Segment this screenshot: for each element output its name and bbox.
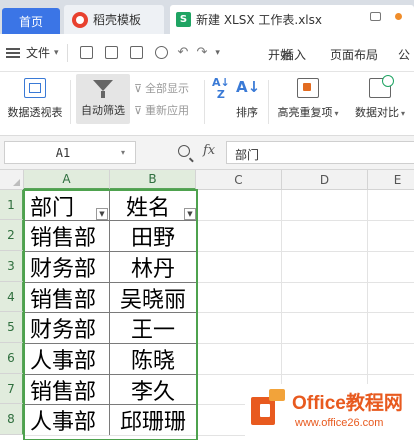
- row-header-3[interactable]: 3: [0, 251, 24, 282]
- show-all-icon: ⊽: [134, 81, 143, 95]
- chevron-down-icon[interactable]: ▾: [54, 48, 59, 58]
- window-tab-bar: 首页 稻壳模板 S 新建 XLSX 工作表.xlsx: [0, 0, 414, 34]
- tab-current-file[interactable]: S 新建 XLSX 工作表.xlsx: [170, 5, 414, 34]
- name-box-value: A1: [55, 145, 71, 160]
- cell-b8[interactable]: 邱珊珊: [110, 405, 196, 435]
- menu-bar: 文件 ▾ ↶ ↷ ▾ 开始 插入 页面布局 公: [0, 34, 414, 72]
- cell-a8[interactable]: 人事部: [26, 405, 108, 435]
- pivot-table-icon: [24, 78, 46, 98]
- watermark: Office教程网 www.office26.com: [245, 384, 414, 440]
- row-header-5[interactable]: 5: [0, 312, 24, 343]
- cell-a3[interactable]: 财务部: [26, 252, 108, 282]
- cell-a4[interactable]: 销售部: [26, 283, 108, 313]
- zoom-icon[interactable]: [178, 145, 190, 157]
- tab-template[interactable]: 稻壳模板: [64, 5, 164, 34]
- cell-b4[interactable]: 吴晓丽: [110, 283, 196, 313]
- watermark-url: www.office26.com: [295, 417, 384, 429]
- tab-file-label: 新建 XLSX 工作表.xlsx: [196, 13, 322, 27]
- sort-ascending-icon[interactable]: A↓ Z: [212, 77, 230, 100]
- caret-down-icon: ▾: [400, 109, 405, 118]
- quick-access-dropdown-icon[interactable]: ▾: [215, 48, 220, 58]
- cell-b3[interactable]: 林丹: [110, 252, 196, 282]
- menu-tab-formulas[interactable]: 公: [398, 46, 410, 63]
- fx-icon[interactable]: fx: [203, 143, 215, 158]
- column-header-a[interactable]: A: [24, 170, 110, 190]
- column-header-b[interactable]: B: [110, 170, 196, 190]
- cell-b5[interactable]: 王一: [110, 313, 196, 343]
- cell-b6[interactable]: 陈晓: [110, 344, 196, 374]
- cell-b2[interactable]: 田野: [110, 221, 196, 251]
- tab-home[interactable]: 首页: [2, 8, 60, 34]
- data-compare-label: 数据对比: [354, 106, 399, 119]
- watermark-title: Office教程网: [292, 393, 403, 414]
- sort-button[interactable]: A↓ 排序: [232, 78, 262, 120]
- cell-b1[interactable]: 姓名: [112, 191, 184, 221]
- filter-dropdown-icon[interactable]: ▼: [96, 208, 108, 220]
- ribbon-data-tab: 数据透视表 自动筛选 ⊽ 全部显示 ⊽ 重新应用 A↓ Z A↓ 排序 高亮重复项…: [0, 72, 414, 136]
- row-header-7[interactable]: 7: [0, 374, 24, 404]
- menu-file[interactable]: 文件: [26, 44, 50, 61]
- cell-a2[interactable]: 销售部: [26, 221, 108, 251]
- caret-down-icon: ▾: [334, 109, 339, 118]
- row-header-8[interactable]: 8: [0, 404, 24, 435]
- cell-a6[interactable]: 人事部: [26, 344, 108, 374]
- save-icon[interactable]: [79, 46, 93, 59]
- highlight-duplicates-button[interactable]: 高亮重复项 ▾: [272, 78, 344, 120]
- sort-label: 排序: [236, 106, 258, 119]
- sort-icon: A↓: [236, 78, 261, 96]
- hamburger-menu-icon[interactable]: [6, 47, 20, 58]
- name-box[interactable]: A1 ▾: [4, 141, 136, 164]
- autofilter-label: 自动筛选: [81, 104, 125, 117]
- column-header-d[interactable]: D: [282, 170, 368, 190]
- cell-a7[interactable]: 销售部: [26, 375, 108, 405]
- formula-bar: A1 ▾ fx 部门: [0, 136, 414, 170]
- pivot-table-label: 数据透视表: [7, 106, 63, 119]
- spreadsheet-icon: S: [176, 12, 191, 27]
- cell-a1[interactable]: 部门: [26, 191, 96, 221]
- reapply-button[interactable]: ⊽ 重新应用: [134, 102, 189, 118]
- row-header-6[interactable]: 6: [0, 343, 24, 374]
- pivot-table-button[interactable]: 数据透视表: [6, 78, 64, 120]
- chevron-down-icon[interactable]: ▾: [121, 148, 135, 157]
- row-header-4[interactable]: 4: [0, 282, 24, 312]
- reapply-icon: ⊽: [134, 103, 143, 117]
- daoke-logo-icon: [72, 11, 88, 28]
- column-header-e[interactable]: E: [368, 170, 414, 190]
- print-icon[interactable]: [129, 46, 143, 59]
- highlight-duplicates-icon: [297, 78, 319, 98]
- show-all-label: 全部显示: [145, 82, 190, 95]
- reapply-label: 重新应用: [145, 104, 190, 117]
- print-preview-icon[interactable]: [154, 46, 168, 59]
- autofilter-button[interactable]: 自动筛选: [76, 74, 130, 124]
- window-switch-icon[interactable]: [370, 12, 381, 21]
- data-compare-icon: [369, 75, 394, 98]
- menu-tab-page-layout[interactable]: 页面布局: [330, 46, 378, 63]
- office-logo-icon: [251, 389, 287, 429]
- row-header-2[interactable]: 2: [0, 220, 24, 251]
- row-header-1[interactable]: 1: [0, 190, 24, 220]
- funnel-icon: [92, 78, 114, 98]
- undo-icon[interactable]: ↶: [178, 45, 189, 60]
- divider: [66, 43, 68, 62]
- unsaved-dot-icon: [395, 13, 402, 20]
- select-all-corner[interactable]: [0, 170, 24, 190]
- redo-icon[interactable]: ↷: [196, 45, 207, 60]
- cell-a5[interactable]: 财务部: [26, 313, 108, 343]
- show-all-button[interactable]: ⊽ 全部显示: [134, 80, 189, 96]
- formula-input[interactable]: 部门: [226, 141, 414, 164]
- divider: [268, 80, 269, 124]
- menu-tab-insert[interactable]: 插入: [282, 46, 306, 63]
- tab-template-label: 稻壳模板: [93, 13, 142, 27]
- export-pdf-icon[interactable]: [104, 46, 118, 59]
- highlight-duplicates-label: 高亮重复项: [277, 106, 333, 119]
- divider: [70, 80, 71, 124]
- cell-b7[interactable]: 李久: [110, 375, 196, 405]
- filter-dropdown-icon[interactable]: ▼: [184, 208, 196, 220]
- divider: [204, 80, 205, 124]
- data-compare-button[interactable]: 数据对比 ▾: [348, 75, 412, 120]
- column-header-c[interactable]: C: [196, 170, 282, 190]
